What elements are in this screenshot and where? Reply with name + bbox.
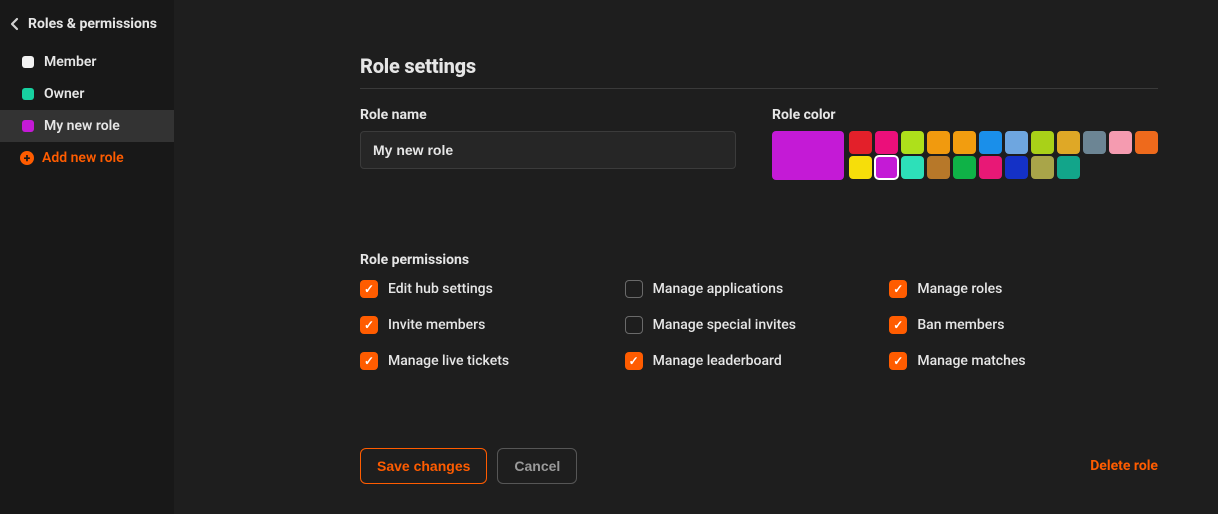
permissions-grid: ✓ Edit hub settings Manage applications ✓ Ma…	[360, 280, 1130, 370]
role-item-label: Member	[44, 54, 96, 70]
permission-label: Manage special invites	[653, 317, 796, 333]
color-swatch[interactable]	[953, 131, 976, 154]
role-list: Member Owner My new role	[0, 46, 174, 142]
permission-item: ✓ Invite members	[360, 316, 601, 334]
color-swatch[interactable]	[953, 156, 976, 179]
permission-item: ✓ Manage leaderboard	[625, 352, 866, 370]
color-swatch[interactable]	[1005, 156, 1028, 179]
add-role-label: Add new role	[42, 150, 124, 166]
permission-checkbox[interactable]: ✓	[889, 352, 907, 370]
sidebar-header: Roles & permissions	[0, 16, 174, 46]
check-icon: ✓	[893, 282, 903, 296]
color-grid	[849, 131, 1158, 180]
permissions-block: Role permissions ✓ Edit hub settings Manag…	[360, 252, 1158, 370]
permission-item: Manage applications	[625, 280, 866, 298]
permission-label: Manage roles	[917, 281, 1002, 297]
role-item-label: My new role	[44, 118, 120, 134]
page-title: Role settings	[360, 54, 1158, 89]
permission-checkbox[interactable]: ✓	[889, 316, 907, 334]
permission-label: Edit hub settings	[388, 281, 493, 297]
color-swatch[interactable]	[1031, 131, 1054, 154]
delete-role-link[interactable]: Delete role	[1090, 458, 1158, 474]
check-icon: ✓	[364, 282, 374, 296]
check-icon: ✓	[629, 354, 639, 368]
check-icon: ✓	[364, 354, 374, 368]
role-name-input[interactable]	[360, 131, 736, 169]
role-item-label: Owner	[44, 86, 84, 102]
permission-item: ✓ Ban members	[889, 316, 1130, 334]
permission-label: Manage applications	[653, 281, 784, 297]
sidebar-title: Roles & permissions	[28, 16, 157, 32]
permissions-label: Role permissions	[360, 252, 1158, 268]
selected-color-preview	[772, 131, 844, 180]
check-icon: ✓	[893, 318, 903, 332]
sidebar-role-item[interactable]: Member	[0, 46, 174, 78]
cancel-button[interactable]: Cancel	[497, 448, 577, 484]
save-button[interactable]: Save changes	[360, 448, 487, 484]
sidebar: Roles & permissions Member Owner My new ro…	[0, 0, 174, 514]
permission-label: Ban members	[917, 317, 1004, 333]
permission-label: Manage matches	[917, 353, 1025, 369]
role-color-block: Role color	[772, 107, 1158, 180]
main-panel: Role settings Role name Role color Role …	[174, 0, 1218, 514]
permission-label: Invite members	[388, 317, 485, 333]
permission-checkbox[interactable]	[625, 316, 643, 334]
role-name-field-block: Role name	[360, 107, 736, 169]
color-swatch[interactable]	[875, 156, 898, 179]
permission-item: ✓ Manage matches	[889, 352, 1130, 370]
color-swatch[interactable]	[901, 131, 924, 154]
permission-checkbox[interactable]: ✓	[360, 280, 378, 298]
permission-checkbox[interactable]: ✓	[360, 352, 378, 370]
role-name-label: Role name	[360, 107, 736, 123]
color-row	[849, 131, 1158, 154]
color-swatch[interactable]	[1057, 156, 1080, 179]
role-color-label: Role color	[772, 107, 1158, 123]
color-swatch[interactable]	[979, 156, 1002, 179]
permission-item: Manage special invites	[625, 316, 866, 334]
color-swatch[interactable]	[849, 131, 872, 154]
check-icon: ✓	[893, 354, 903, 368]
permission-checkbox[interactable]	[625, 280, 643, 298]
color-swatch[interactable]	[901, 156, 924, 179]
permission-item: ✓ Manage roles	[889, 280, 1130, 298]
permission-checkbox[interactable]: ✓	[360, 316, 378, 334]
color-swatch[interactable]	[1057, 131, 1080, 154]
sidebar-role-item[interactable]: Owner	[0, 78, 174, 110]
role-color-swatch-icon	[22, 56, 34, 68]
color-swatch[interactable]	[875, 131, 898, 154]
color-swatch[interactable]	[1135, 131, 1158, 154]
permission-label: Manage live tickets	[388, 353, 509, 369]
permission-checkbox[interactable]: ✓	[889, 280, 907, 298]
color-swatches	[772, 131, 1158, 180]
permission-label: Manage leaderboard	[653, 353, 782, 369]
color-swatch[interactable]	[1031, 156, 1054, 179]
plus-circle-icon: +	[20, 151, 34, 165]
sidebar-role-item[interactable]: My new role	[0, 110, 174, 142]
role-color-swatch-icon	[22, 88, 34, 100]
color-swatch[interactable]	[927, 131, 950, 154]
permission-checkbox[interactable]: ✓	[625, 352, 643, 370]
check-icon: ✓	[364, 318, 374, 332]
permission-item: ✓ Edit hub settings	[360, 280, 601, 298]
color-swatch[interactable]	[979, 131, 1002, 154]
color-swatch[interactable]	[1109, 131, 1132, 154]
chevron-left-icon[interactable]	[8, 17, 22, 31]
permission-item: ✓ Manage live tickets	[360, 352, 601, 370]
footer-actions: Save changes Cancel Delete role	[360, 448, 1158, 484]
color-swatch[interactable]	[849, 156, 872, 179]
role-color-swatch-icon	[22, 120, 34, 132]
color-swatch[interactable]	[927, 156, 950, 179]
color-swatch[interactable]	[1005, 131, 1028, 154]
color-row	[849, 156, 1158, 179]
color-swatch[interactable]	[1083, 131, 1106, 154]
add-new-role-button[interactable]: + Add new role	[0, 142, 174, 174]
